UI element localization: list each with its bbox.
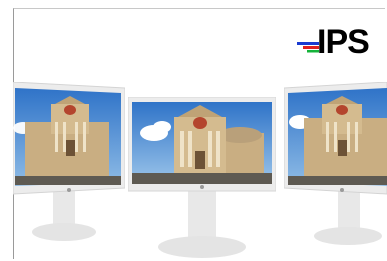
- facade-window: [336, 105, 348, 115]
- arch-door: [66, 140, 75, 156]
- stand-base: [158, 236, 246, 258]
- ground: [15, 176, 121, 185]
- stand-base: [314, 227, 382, 245]
- stand-base: [32, 223, 96, 241]
- center-monitor: [128, 97, 276, 261]
- arch-door: [338, 140, 347, 156]
- left-monitor: [13, 82, 125, 250]
- cloud: [153, 121, 171, 133]
- color-stripes-icon: [297, 42, 319, 53]
- stand-neck: [188, 191, 216, 243]
- facade-window: [193, 117, 207, 129]
- ips-logo: IPS: [297, 23, 373, 61]
- right-monitor: [284, 82, 387, 250]
- power-logo-icon: [200, 185, 204, 189]
- blue-stripe: [297, 42, 319, 45]
- ground: [132, 173, 272, 184]
- left-monitor-graphic: [13, 82, 125, 241]
- arch-door: [195, 151, 205, 169]
- logo-text: IPS: [317, 23, 370, 61]
- power-logo-icon: [340, 188, 344, 192]
- power-logo-icon: [67, 188, 71, 192]
- right-monitor-graphic: [284, 82, 387, 245]
- ground: [288, 176, 387, 185]
- center-monitor-graphic: [128, 97, 276, 258]
